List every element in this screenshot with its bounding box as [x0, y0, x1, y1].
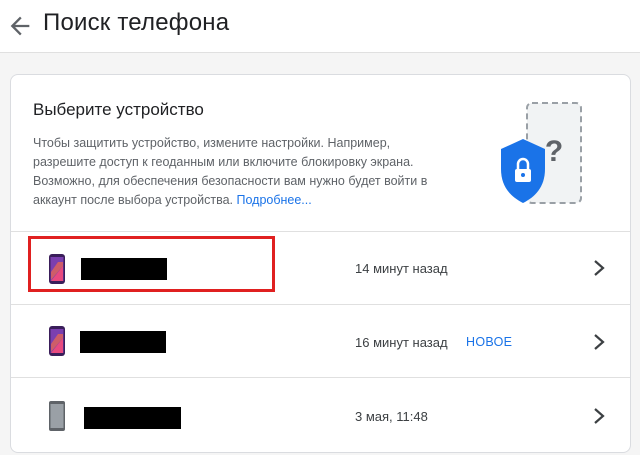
last-seen-time: 16 минут назад	[355, 335, 448, 350]
highlight-frame	[28, 236, 275, 292]
device-card: Выберите устройство Чтобы защитить устро…	[10, 74, 631, 453]
intro-title: Выберите устройство	[33, 100, 204, 119]
chevron-right-icon[interactable]	[592, 407, 606, 425]
phone-shield-illustration: ?	[501, 102, 582, 204]
intro-text: Чтобы защитить устройство, измените наст…	[33, 134, 453, 210]
device-row-2[interactable]: 16 минут назад НОВОЕ	[11, 305, 630, 378]
intro-description: Чтобы защитить устройство, измените наст…	[33, 136, 428, 207]
chevron-right-icon[interactable]	[592, 259, 606, 277]
svg-text:?: ?	[545, 135, 563, 168]
page-title: Поиск телефона	[43, 9, 230, 36]
arrow-left-icon[interactable]	[6, 12, 34, 40]
learn-more-link[interactable]: Подробнее...	[236, 193, 311, 207]
new-badge: НОВОЕ	[466, 335, 513, 349]
intro-section: Выберите устройство Чтобы защитить устро…	[11, 75, 630, 232]
phone-icon	[49, 401, 65, 431]
phone-icon	[49, 326, 65, 356]
app-header: Поиск телефона	[0, 0, 640, 53]
device-row-1[interactable]: 14 минут назад	[11, 232, 630, 305]
chevron-right-icon[interactable]	[592, 333, 606, 351]
device-name-redacted	[84, 407, 181, 429]
device-row-3[interactable]: 3 мая, 11:48	[11, 378, 630, 450]
device-name-redacted	[80, 331, 166, 353]
last-seen-time: 14 минут назад	[355, 261, 448, 276]
last-seen-time: 3 мая, 11:48	[355, 409, 428, 424]
